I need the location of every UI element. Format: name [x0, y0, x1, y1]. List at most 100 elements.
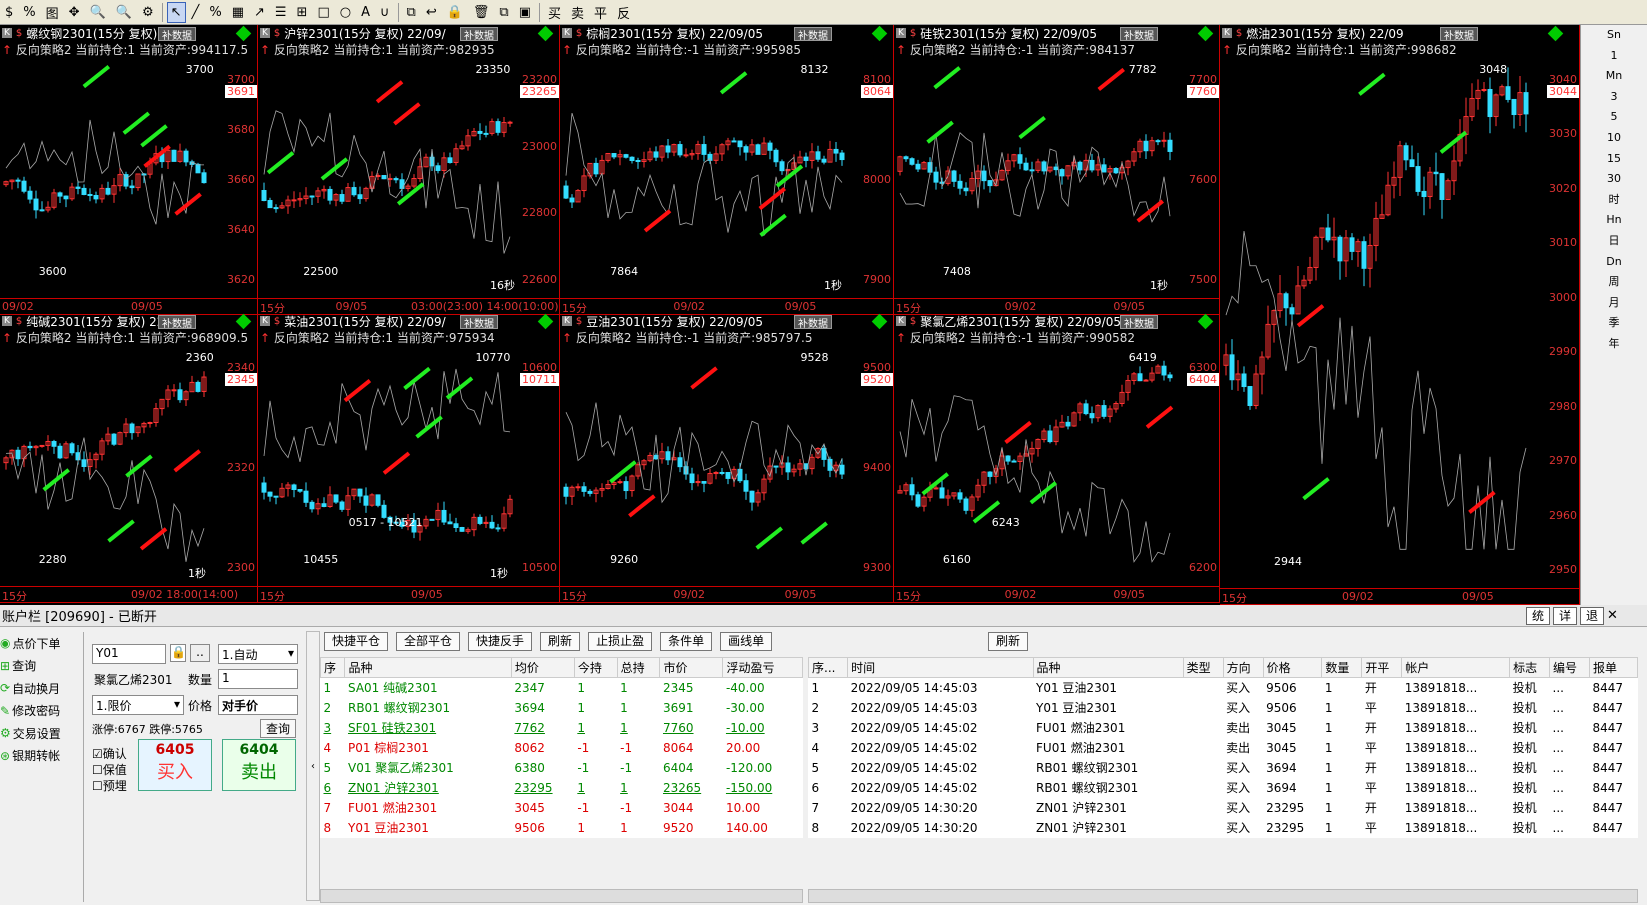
toolbar-button[interactable]: 买: [544, 2, 565, 23]
column-header[interactable]: 市价: [659, 657, 724, 678]
column-header[interactable]: 标志: [1509, 657, 1551, 678]
toolbar-button[interactable]: ↗: [250, 2, 269, 23]
toolbar-button[interactable]: A: [357, 2, 374, 23]
toolbar-button[interactable]: $: [1, 2, 17, 23]
toolbar-button[interactable]: ↖: [166, 1, 186, 23]
fill-data-button[interactable]: 补数据: [1440, 27, 1478, 42]
column-header[interactable]: 报单: [1589, 657, 1638, 678]
preset-checkbox[interactable]: ☐预埋: [92, 777, 127, 794]
price-input[interactable]: 对手价: [218, 695, 298, 715]
toolbar-button[interactable]: ⊞: [293, 2, 312, 23]
toolbar-button[interactable]: %: [205, 2, 225, 23]
code-input[interactable]: Y01: [92, 644, 166, 664]
column-header[interactable]: 类型: [1182, 657, 1224, 678]
toolbar-button[interactable]: ╱: [188, 2, 204, 23]
toolbar-button[interactable]: ✥: [65, 2, 84, 23]
toolbar-button[interactable]: ⧉: [403, 2, 420, 23]
fill-data-button[interactable]: 补数据: [1120, 27, 1158, 42]
table-row[interactable]: 7 FU01 燃油2301 3045 -1 -1 3044 10.00: [321, 798, 803, 818]
position-action-button[interactable]: 条件单: [660, 632, 713, 651]
period-option[interactable]: 5: [1581, 107, 1647, 128]
scrollbar[interactable]: [808, 889, 1638, 903]
period-option[interactable]: 10: [1581, 128, 1647, 149]
table-row[interactable]: 4 P01 棕榈2301 8062 -1 -1 8064 20.00: [321, 738, 803, 758]
sell-button[interactable]: 6404 卖出: [222, 739, 296, 791]
column-header[interactable]: 均价: [510, 657, 575, 678]
table-row[interactable]: 1 2022/09/05 14:45:03 Y01 豆油2301 买入 9506 1 开 13…: [809, 678, 1638, 698]
fill-data-button[interactable]: 补数据: [158, 315, 196, 330]
column-header[interactable]: 序...: [807, 657, 849, 678]
detail-button[interactable]: 详: [1553, 606, 1577, 625]
exit-button[interactable]: 退: [1580, 606, 1604, 625]
nav-quick-order[interactable]: ◉ 点价下单: [0, 632, 83, 655]
table-row[interactable]: 4 2022/09/05 14:45:02 FU01 燃油2301 卖出 3045 1 平 1…: [809, 738, 1638, 758]
toolbar-button[interactable]: 图: [42, 2, 63, 23]
window-controls[interactable]: ✕: [1607, 608, 1647, 623]
nav-change-password[interactable]: ✎ 修改密码: [0, 700, 83, 723]
fill-data-button[interactable]: 补数据: [460, 315, 498, 330]
table-row[interactable]: 8 2022/09/05 14:30:20 ZN01 沪锌2301 买入 23295 1 平…: [809, 818, 1638, 838]
chart-panel[interactable]: K $ 棕榈2301(15分 复权) 22/09/05 补数据 ↑ 反向策略2 当前持仓…: [560, 25, 894, 315]
position-action-button[interactable]: 快捷平仓: [324, 632, 389, 651]
period-option[interactable]: 15: [1581, 149, 1647, 170]
panel-title[interactable]: K $ 硅铁2301(15分 复权) 22/09/05: [896, 25, 1097, 41]
panel-title[interactable]: K $ 棕榈2301(15分 复权) 22/09/05: [562, 25, 763, 41]
browse-button[interactable]: ..: [190, 644, 210, 662]
table-row[interactable]: 5 V01 聚氯乙烯2301 6380 -1 -1 6404 -120.00: [321, 758, 803, 778]
period-option[interactable]: Sn: [1581, 25, 1647, 46]
period-option[interactable]: 周: [1581, 272, 1647, 293]
fill-data-button[interactable]: 补数据: [158, 27, 196, 42]
period-option[interactable]: 时: [1581, 190, 1647, 211]
nav-auto-rollover[interactable]: ⟳ 自动换月: [0, 677, 83, 700]
column-header[interactable]: 序: [319, 657, 346, 678]
chart-panel[interactable]: K $ 燃油2301(15分 复权) 22/09 补数据 ↑ 反向策略2 当前持仓:1 …: [1220, 25, 1580, 605]
period-option[interactable]: 1: [1581, 46, 1647, 67]
column-header[interactable]: 编号: [1549, 657, 1590, 678]
column-header[interactable]: 时间: [847, 657, 1034, 678]
chart-panel[interactable]: K $ 纯碱2301(15分 复权) 22/09 补数据 ↑ 反向策略2 当前持仓:1 …: [0, 313, 258, 603]
toolbar-button[interactable]: ○: [336, 2, 355, 23]
toolbar-button[interactable]: %: [19, 2, 39, 23]
toolbar-button[interactable]: ▣: [515, 2, 535, 23]
nav-trade-settings[interactable]: ⚙ 交易设置: [0, 722, 83, 745]
toolbar-button[interactable]: 🔍: [112, 2, 136, 23]
panel-title[interactable]: K $ 沪锌2301(15分 复权) 22/09/: [260, 25, 446, 41]
refresh-button[interactable]: 刷新: [988, 632, 1029, 651]
column-header[interactable]: 方向: [1222, 657, 1264, 678]
panel-title[interactable]: K $ 燃油2301(15分 复权) 22/09: [1222, 25, 1404, 41]
column-header[interactable]: 总持: [616, 657, 661, 678]
toolbar-button[interactable]: ∪: [376, 2, 394, 23]
query-button[interactable]: 查询: [260, 719, 297, 738]
toolbar-button[interactable]: 🗑: [469, 2, 494, 23]
column-header[interactable]: 帐户: [1401, 657, 1511, 678]
toolbar-button[interactable]: ↩: [422, 2, 441, 23]
period-option[interactable]: 季: [1581, 313, 1647, 334]
chart-panel[interactable]: K $ 豆油2301(15分 复权) 22/09/05 补数据 ↑ 反向策略2 当前持仓…: [560, 313, 894, 603]
chart-panel[interactable]: K $ 硅铁2301(15分 复权) 22/09/05 补数据 ↑ 反向策略2 当前持仓…: [894, 25, 1220, 315]
period-option[interactable]: 30: [1581, 169, 1647, 190]
position-action-button[interactable]: 快捷反手: [468, 632, 533, 651]
fill-data-button[interactable]: 补数据: [794, 315, 832, 330]
chart-panel[interactable]: K $ 沪锌2301(15分 复权) 22/09/补数据 ↑ 反向策略2 当前持仓:1…: [258, 25, 560, 315]
period-option[interactable]: 月: [1581, 293, 1647, 314]
fill-data-button[interactable]: 补数据: [794, 27, 832, 42]
stats-button[interactable]: 统: [1526, 606, 1550, 625]
position-action-button[interactable]: 止损止盈: [588, 632, 653, 651]
table-row[interactable]: 8 Y01 豆油2301 9506 1 1 9520 140.00: [321, 818, 803, 838]
fill-data-button[interactable]: 补数据: [1120, 315, 1158, 330]
column-header[interactable]: 浮动盈亏: [722, 657, 803, 678]
toolbar-button[interactable]: 反: [613, 2, 634, 23]
panel-title[interactable]: K $ 螺纹钢2301(15分 复权) 22/: [2, 25, 180, 41]
table-row[interactable]: 2 2022/09/05 14:45:03 Y01 豆油2301 买入 9506 1 平 13…: [809, 698, 1638, 718]
toolbar-button[interactable]: ☰: [271, 2, 291, 23]
panel-title[interactable]: K $ 菜油2301(15分 复权) 22/09/: [260, 313, 446, 329]
toolbar-button[interactable]: ⚙: [138, 2, 158, 23]
period-option[interactable]: Mn: [1581, 66, 1647, 87]
column-header[interactable]: 今持: [573, 657, 618, 678]
column-header[interactable]: 品种: [1032, 657, 1184, 678]
position-action-button[interactable]: 画线单: [720, 632, 773, 651]
toolbar-button[interactable]: ▦: [228, 2, 248, 23]
panel-title[interactable]: K $ 聚氯乙烯2301(15分 复权) 22/09/05: [896, 313, 1121, 329]
toolbar-button[interactable]: 卖: [567, 2, 588, 23]
mode-select[interactable]: 1.自动 ▾: [218, 644, 298, 664]
